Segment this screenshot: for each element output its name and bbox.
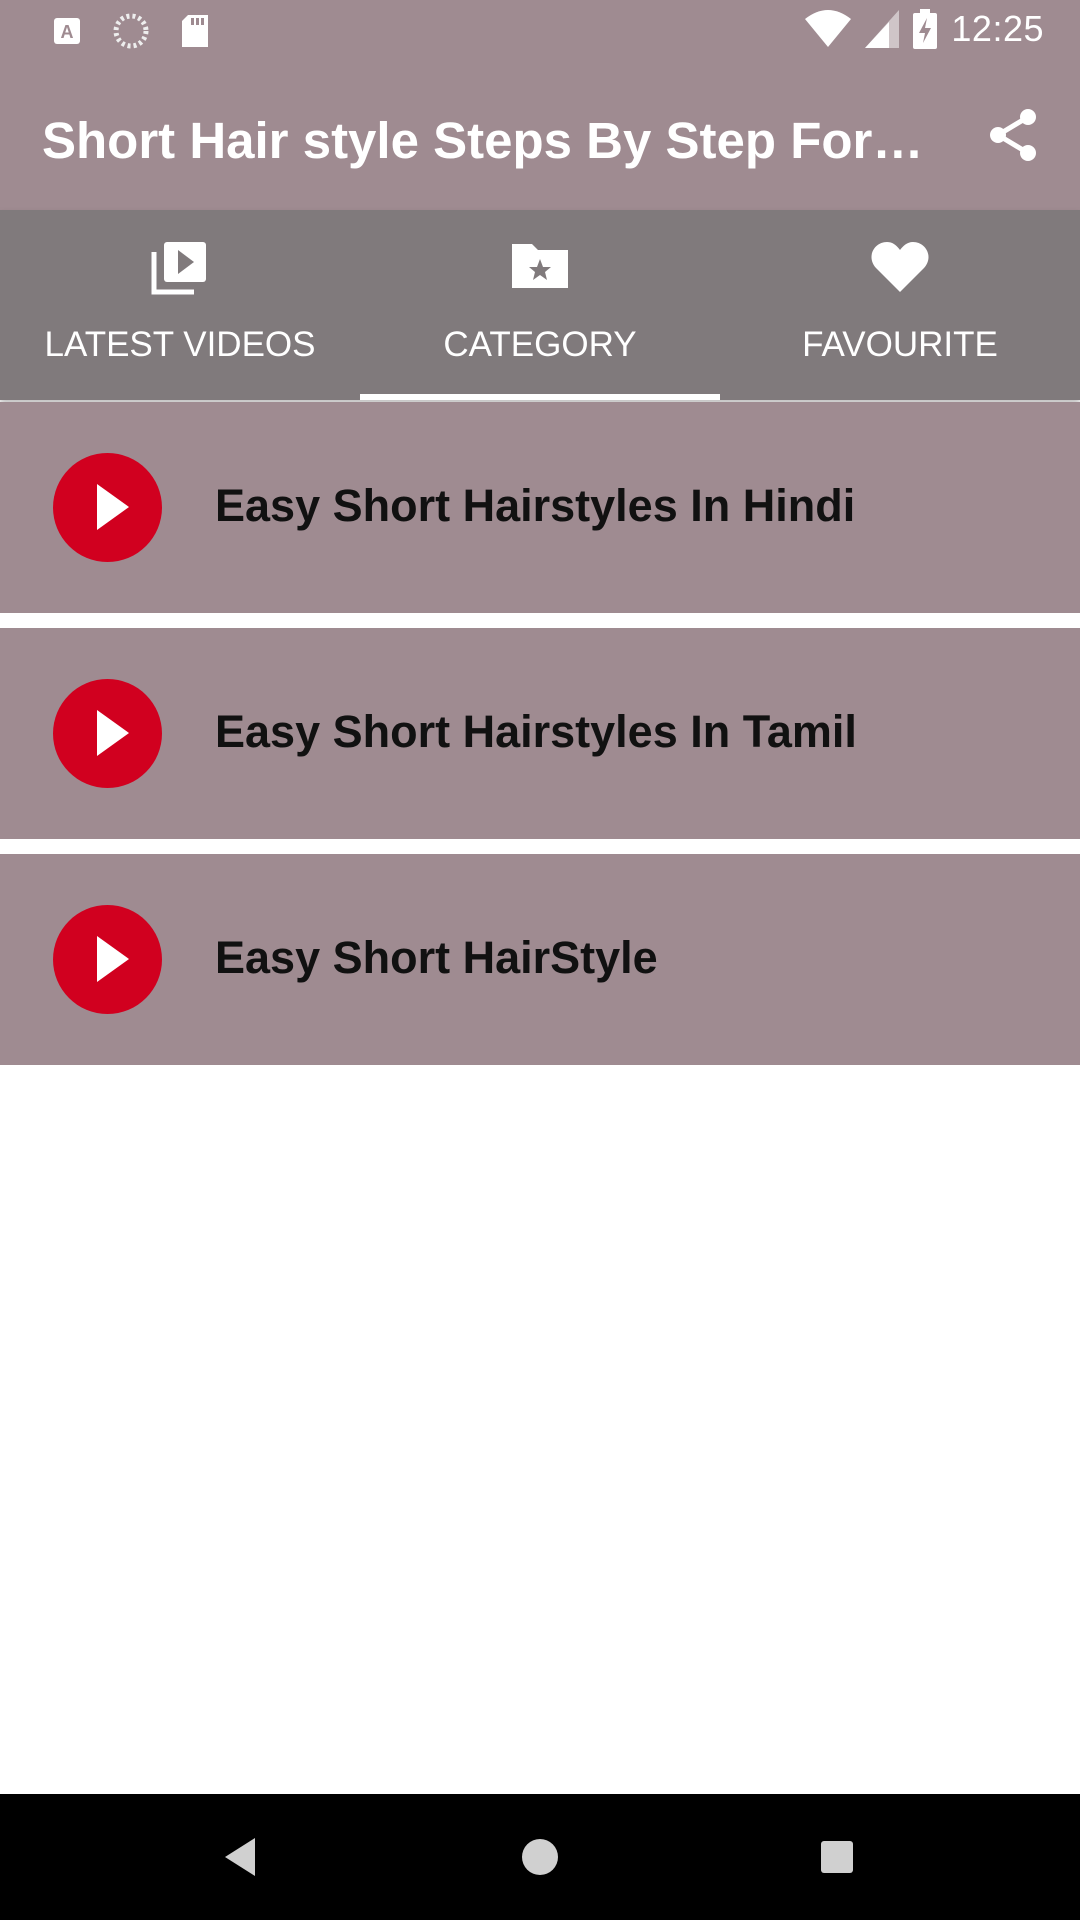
sd-card-icon xyxy=(182,15,208,47)
list-item-label: Easy Short Hairstyles In Tamil xyxy=(215,706,857,757)
tab-category[interactable]: CATEGORY xyxy=(360,210,720,400)
signal-icon xyxy=(865,10,900,48)
tab-label: LATEST VIDEOS xyxy=(44,325,316,364)
selected-tab-indicator xyxy=(360,394,720,400)
list-item-label: Easy Short HairStyle xyxy=(215,932,658,983)
tab-label: CATEGORY xyxy=(443,325,637,364)
play-icon xyxy=(53,453,162,562)
back-icon[interactable] xyxy=(215,1832,265,1882)
clock: 12:25 xyxy=(951,8,1044,49)
list-item[interactable]: Easy Short Hairstyles In Hindi xyxy=(0,402,1080,613)
status-bar: A 12:25 xyxy=(0,0,1080,63)
battery-charging-icon xyxy=(913,9,938,49)
navigation-bar xyxy=(0,1794,1080,1920)
list-item[interactable]: Easy Short Hairstyles In Tamil xyxy=(0,628,1080,839)
category-list: Easy Short Hairstyles In Hindi Easy Shor… xyxy=(0,402,1080,1080)
sync-icon xyxy=(113,13,149,49)
home-icon[interactable] xyxy=(515,1832,565,1882)
play-icon xyxy=(53,905,162,1014)
play-icon xyxy=(53,679,162,788)
app-bar: Short Hair style Steps By Step For G… xyxy=(0,63,1080,210)
tab-label: FAVOURITE xyxy=(802,325,998,364)
wifi-icon xyxy=(805,10,852,47)
app-title: Short Hair style Steps By Step For G… xyxy=(42,112,932,169)
share-button[interactable] xyxy=(984,105,1044,165)
list-item[interactable]: Easy Short HairStyle xyxy=(0,854,1080,1065)
recents-icon[interactable] xyxy=(812,1832,862,1882)
heart-icon xyxy=(871,242,929,292)
tab-favourite[interactable]: FAVOURITE xyxy=(720,210,1080,400)
a-notification-icon: A xyxy=(54,18,80,44)
svg-text:A: A xyxy=(61,22,74,42)
folder-star-icon xyxy=(512,244,568,288)
list-item-label: Easy Short Hairstyles In Hindi xyxy=(215,480,856,531)
tab-latest-videos[interactable]: LATEST VIDEOS xyxy=(0,210,360,400)
tab-bar: LATEST VIDEOS CATEGORY FAVOURITE xyxy=(0,210,1080,400)
share-icon xyxy=(990,109,1036,161)
video-library-icon xyxy=(151,242,206,295)
